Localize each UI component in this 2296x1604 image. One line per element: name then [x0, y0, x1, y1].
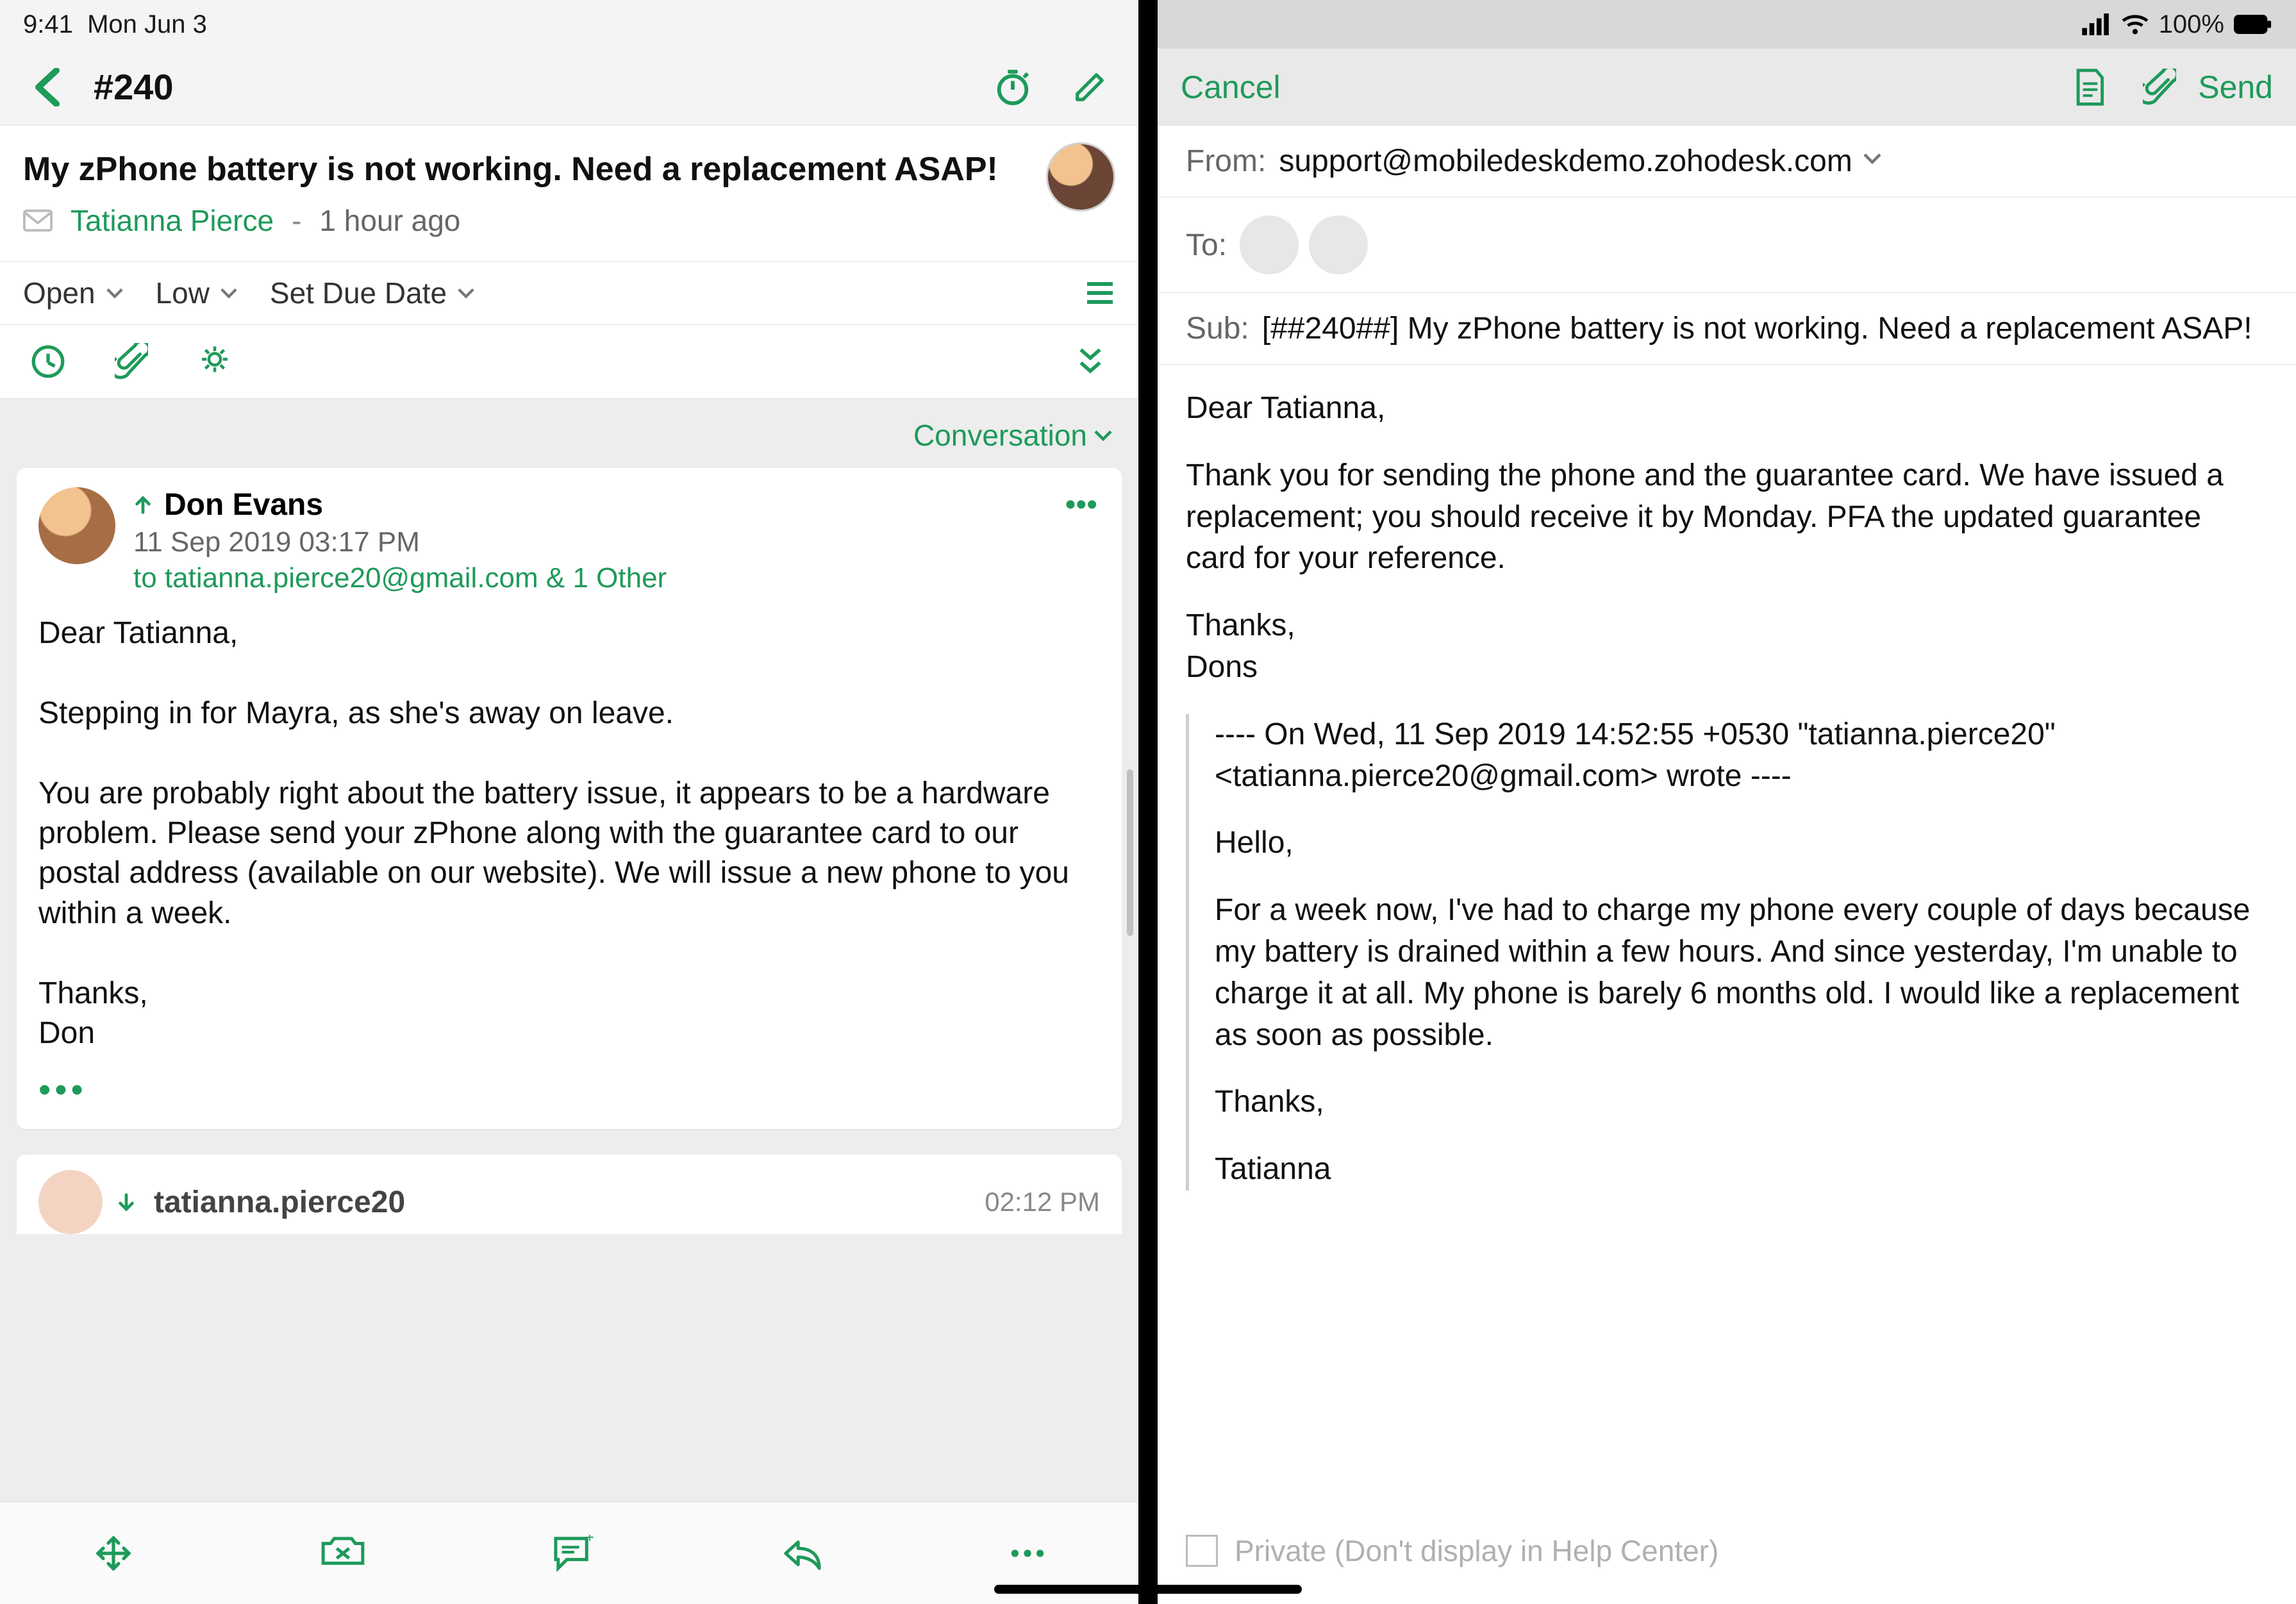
message-timestamp: 11 Sep 2019 03:17 PM — [133, 526, 667, 558]
recipient-chip[interactable] — [1309, 215, 1368, 274]
contact-name[interactable]: Tatianna Pierce — [71, 203, 274, 238]
priority-value: Low — [156, 276, 210, 310]
to-field[interactable]: To: — [1158, 197, 2296, 293]
body-paragraph: Thank you for sending the phone and the … — [1186, 455, 2268, 580]
ticket-action-bar: + — [0, 1501, 1138, 1604]
status-dropdown[interactable]: Open — [23, 276, 124, 310]
from-address: support@mobiledeskdemo.zohodesk.com — [1279, 144, 1852, 179]
ticket-header: My zPhone battery is not working. Need a… — [0, 126, 1138, 262]
message-more-icon[interactable]: ••• — [1065, 487, 1097, 522]
cancel-button[interactable]: Cancel — [1181, 69, 1281, 106]
message-sender: Don Evans — [164, 487, 323, 522]
ticket-id-title: #240 — [94, 66, 174, 108]
attachment-icon[interactable] — [2134, 62, 2185, 113]
quoted-thread: ---- On Wed, 11 Sep 2019 14:52:55 +0530 … — [1186, 714, 2268, 1190]
conversation-feed[interactable]: Don Evans 11 Sep 2019 03:17 PM to tatian… — [0, 468, 1138, 1501]
outgoing-icon — [133, 496, 153, 515]
conversation-view-toggle[interactable]: Conversation — [913, 418, 1113, 453]
svg-text:+: + — [585, 1535, 594, 1546]
agent-avatar[interactable] — [38, 487, 115, 564]
chevron-down-icon — [220, 287, 238, 299]
battery-icon — [2233, 15, 2273, 34]
message-recipients[interactable]: to tatianna.pierce20@gmail.com & 1 Other — [133, 562, 667, 594]
send-button[interactable]: Send — [2198, 69, 2273, 106]
ticket-navbar: #240 — [0, 49, 1138, 126]
menu-icon[interactable] — [1085, 280, 1115, 306]
split-view-divider[interactable] — [1138, 0, 1158, 1604]
expand-all-icon[interactable] — [1068, 339, 1113, 384]
status-bar-right: 100% — [1158, 0, 2296, 49]
status-value: Open — [23, 276, 96, 310]
compose-body[interactable]: Dear Tatianna, Thank you for sending the… — [1158, 365, 2296, 1521]
subject-field[interactable]: Sub: [##240##] My zPhone battery is not … — [1158, 293, 2296, 365]
body-thanks: Thanks, — [1186, 608, 1295, 642]
priority-dropdown[interactable]: Low — [156, 276, 238, 310]
comment-icon[interactable]: + — [552, 1535, 594, 1572]
recipient-chip[interactable] — [1240, 215, 1299, 274]
due-date-value: Set Due Date — [270, 276, 447, 310]
subject-label: Sub: — [1186, 311, 1249, 346]
chevron-down-icon — [1863, 152, 1882, 171]
attachments-icon[interactable] — [109, 339, 154, 384]
overflow-icon[interactable] — [1010, 1548, 1045, 1559]
from-field[interactable]: From: support@mobiledeskdemo.zohodesk.co… — [1158, 126, 2296, 197]
collapsed-sender: tatianna.pierce20 — [154, 1185, 405, 1220]
timer-icon[interactable] — [987, 62, 1038, 113]
collapsed-time: 02:12 PM — [985, 1187, 1100, 1217]
contact-avatar-small — [38, 1170, 103, 1234]
to-label: To: — [1186, 228, 1227, 263]
quote-hello: Hello, — [1215, 823, 2268, 864]
body-greeting: Dear Tatianna, — [1186, 388, 2268, 430]
cellular-icon — [2082, 13, 2111, 35]
back-button[interactable] — [23, 62, 74, 113]
edit-icon[interactable] — [1064, 62, 1115, 113]
ticket-properties-row: Open Low Set Due Date — [0, 262, 1138, 325]
private-checkbox[interactable] — [1186, 1535, 1218, 1567]
compose-navbar: Cancel Send — [1158, 49, 2296, 126]
due-date-dropdown[interactable]: Set Due Date — [270, 276, 475, 310]
quote-thanks: Thanks, — [1215, 1082, 2268, 1123]
move-icon[interactable] — [93, 1533, 134, 1574]
chevron-down-icon — [106, 287, 124, 299]
separator: - — [292, 203, 301, 238]
contact-avatar[interactable] — [1046, 142, 1115, 212]
close-ticket-icon[interactable] — [320, 1536, 365, 1571]
private-label: Private (Don't display in Help Center) — [1235, 1533, 1718, 1568]
scrollbar[interactable] — [1127, 769, 1133, 936]
channel-email-icon — [23, 209, 53, 232]
quote-body: For a week now, I've had to charge my ph… — [1215, 890, 2268, 1056]
resolution-icon[interactable] — [192, 339, 237, 384]
quote-signature: Tatianna — [1215, 1149, 2268, 1190]
private-toggle-row[interactable]: Private (Don't display in Help Center) — [1158, 1521, 2296, 1604]
message-body: Dear Tatianna, Stepping in for Mayra, as… — [38, 614, 1100, 1053]
view-mode-label: Conversation — [913, 418, 1087, 453]
ticket-tab-icons — [0, 325, 1138, 399]
thread-message-collapsed[interactable]: tatianna.pierce20 02:12 PM — [17, 1155, 1122, 1234]
clock-time: 9:41 — [23, 10, 73, 38]
chevron-down-icon — [457, 287, 475, 299]
reply-icon[interactable] — [781, 1537, 823, 1570]
status-bar: 9:41 Mon Jun 3 — [0, 0, 1138, 49]
quote-header: ---- On Wed, 11 Sep 2019 14:52:55 +0530 … — [1215, 714, 2268, 798]
incoming-icon — [117, 1192, 136, 1212]
wifi-icon — [2120, 13, 2150, 35]
home-indicator[interactable] — [994, 1585, 1302, 1594]
battery-percent: 100% — [2159, 10, 2224, 39]
subject-value: [##240##] My zPhone battery is not worki… — [1262, 311, 2252, 346]
thread-message[interactable]: Don Evans 11 Sep 2019 03:17 PM to tatian… — [17, 468, 1122, 1129]
from-label: From: — [1186, 144, 1266, 179]
ticket-age: 1 hour ago — [319, 203, 460, 238]
template-icon[interactable] — [2063, 62, 2115, 113]
clock-date: Mon Jun 3 — [87, 10, 207, 38]
ticket-subject: My zPhone battery is not working. Need a… — [23, 149, 1115, 190]
body-signature: Dons — [1186, 650, 1258, 684]
show-trimmed-icon[interactable]: ••• — [38, 1069, 1100, 1110]
timeline-icon[interactable] — [26, 339, 71, 384]
